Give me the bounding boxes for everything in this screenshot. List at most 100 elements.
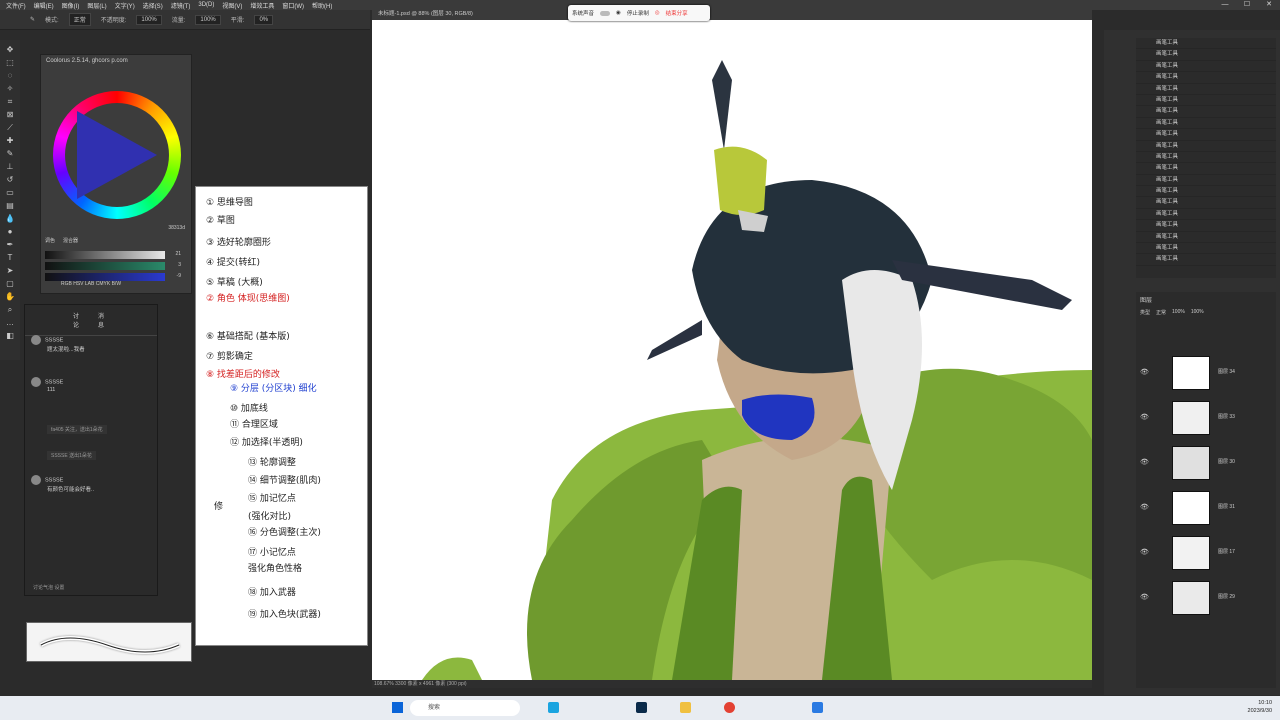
layer-row[interactable]: 👁 图层 33 [1136, 399, 1276, 439]
color-mode-tab[interactable]: LAB [85, 281, 96, 287]
color-mode-tab[interactable]: HSV [73, 281, 85, 287]
visibility-eye-icon[interactable]: 👁 [1140, 458, 1149, 466]
end-share-icon[interactable]: ◎ [655, 10, 660, 16]
history-item[interactable]: 画笔工具 [1136, 61, 1276, 73]
layer-opacity[interactable]: 100% [1172, 309, 1185, 316]
tab-mixer[interactable]: 混合器 [63, 237, 78, 244]
color-triangle[interactable] [77, 111, 157, 199]
layer-row[interactable]: 👁 图层 34 [1136, 354, 1276, 394]
dodge-tool-icon[interactable]: ● [4, 226, 16, 237]
visibility-eye-icon[interactable]: 👁 [1140, 548, 1149, 556]
history-item[interactable]: 画笔工具 [1136, 232, 1276, 244]
eraser-tool-icon[interactable]: ▭ [4, 187, 16, 198]
healing-brush-icon[interactable]: ✚ [4, 135, 16, 146]
menu-item[interactable]: 文字(Y) [115, 1, 135, 10]
folder-icon[interactable] [680, 702, 691, 713]
type-tool-icon[interactable]: T [4, 252, 16, 263]
quick-select-icon[interactable]: ✧ [4, 83, 16, 94]
layer-fill[interactable]: 100% [1191, 309, 1204, 316]
path-select-icon[interactable]: ➤ [4, 265, 16, 276]
browser-icon[interactable] [548, 702, 559, 713]
visibility-eye-icon[interactable]: 👁 [1140, 413, 1149, 421]
history-item[interactable]: 画笔工具 [1136, 106, 1276, 118]
menu-item[interactable]: 图层(L) [87, 1, 106, 10]
smooth-field[interactable]: 0% [254, 14, 274, 25]
lasso-tool-icon[interactable]: ◌ [4, 70, 16, 81]
maximize-icon[interactable]: ☐ [1236, 0, 1258, 10]
color-slider[interactable]: 3 [45, 262, 181, 270]
history-item[interactable]: 画笔工具 [1136, 243, 1276, 255]
menu-item[interactable]: 选择(S) [143, 1, 163, 10]
canvas[interactable] [372, 20, 1092, 680]
history-brush-icon[interactable]: ↺ [4, 174, 16, 185]
layer-row[interactable]: 👁 图层 29 [1136, 579, 1276, 619]
history-item[interactable]: 画笔工具 [1136, 186, 1276, 198]
stop-record-icon[interactable]: ◉ [616, 10, 621, 16]
color-swatches-icon[interactable]: ◧ [4, 330, 16, 341]
history-item[interactable]: 画笔工具 [1136, 152, 1276, 164]
start-icon[interactable] [392, 702, 403, 713]
stop-record-button[interactable]: 停止录制 [627, 9, 649, 17]
color-slider[interactable]: 21 [45, 251, 181, 259]
menu-item[interactable]: 帮助(H) [312, 1, 332, 10]
color-slider[interactable]: -9 [45, 273, 181, 281]
history-item[interactable]: 画笔工具 [1136, 220, 1276, 232]
sound-toggle[interactable] [600, 10, 611, 16]
stamp-tool-icon[interactable]: ⊥ [4, 161, 16, 172]
app-icon[interactable] [812, 702, 823, 713]
chat-footer[interactable]: 讨论气泡 设置 [33, 584, 64, 591]
color-mode-tab[interactable]: CMYK [96, 281, 112, 287]
shape-tool-icon[interactable]: ▢ [4, 278, 16, 289]
end-share-button[interactable]: 结束分享 [666, 9, 688, 17]
visibility-eye-icon[interactable]: 👁 [1140, 593, 1149, 601]
menu-item[interactable]: 图像(I) [62, 1, 80, 10]
chat-tab-discussion[interactable]: 讨论 [73, 311, 84, 329]
layer-row[interactable]: 👁 图层 17 [1136, 534, 1276, 574]
photoshop-icon[interactable] [636, 702, 647, 713]
marquee-tool-icon[interactable]: ⬚ [4, 57, 16, 68]
visibility-eye-icon[interactable]: 👁 [1140, 368, 1149, 376]
history-item[interactable]: 画笔工具 [1136, 118, 1276, 130]
history-item[interactable]: 画笔工具 [1136, 38, 1276, 50]
history-item[interactable]: 画笔工具 [1136, 254, 1276, 266]
chat-tab-messages[interactable]: 消息 [98, 311, 109, 329]
document-tab[interactable]: 未标题-1.psd @ 88% (图层 30, RGB/8) [372, 8, 1092, 20]
eyedropper-icon[interactable]: ⟋ [4, 122, 16, 133]
history-item[interactable]: 画笔工具 [1136, 163, 1276, 175]
menu-item[interactable]: 视图(V) [222, 1, 242, 10]
layer-kind-filter[interactable]: 类型 [1140, 309, 1150, 316]
pen-tool-icon[interactable]: ✒ [4, 239, 16, 250]
history-item[interactable]: 画笔工具 [1136, 129, 1276, 141]
menu-item[interactable]: 滤镜(T) [171, 1, 191, 10]
menu-item[interactable]: 文件(F) [6, 1, 26, 10]
brush-tool-icon[interactable]: ✎ [4, 148, 16, 159]
color-mode-tab[interactable]: B/W [112, 281, 121, 287]
layer-row[interactable]: 👁 图层 30 [1136, 444, 1276, 484]
brush-icon[interactable]: ✎ [30, 16, 35, 23]
menu-item[interactable]: 3D(D) [198, 2, 214, 8]
mode-select[interactable]: 正常 [68, 13, 91, 26]
history-item[interactable]: 画笔工具 [1136, 209, 1276, 221]
history-item[interactable]: 画笔工具 [1136, 175, 1276, 187]
opacity-field[interactable]: 100% [136, 14, 162, 25]
hand-tool-icon[interactable]: ✋ [4, 291, 16, 302]
taskbar-search[interactable]: 搜索 [410, 700, 520, 716]
chrome-icon[interactable] [724, 702, 735, 713]
history-item[interactable]: 画笔工具 [1136, 95, 1276, 107]
zoom-tool-icon[interactable]: ⌕ [4, 304, 16, 315]
tab-swatches[interactable]: 调色 [45, 237, 55, 244]
menu-item[interactable]: 增效工具 [250, 1, 274, 10]
close-icon[interactable]: ✕ [1258, 0, 1280, 10]
gradient-tool-icon[interactable]: ▤ [4, 200, 16, 211]
flow-field[interactable]: 100% [195, 14, 221, 25]
menu-item[interactable]: 编辑(E) [34, 1, 54, 10]
more-tools-icon[interactable]: … [4, 317, 16, 328]
history-item[interactable]: 画笔工具 [1136, 72, 1276, 84]
history-item[interactable]: 画笔工具 [1136, 49, 1276, 61]
blend-mode-select[interactable]: 正常 [1156, 309, 1166, 316]
blur-tool-icon[interactable]: 💧 [4, 213, 16, 224]
frame-tool-icon[interactable]: ⊠ [4, 109, 16, 120]
layer-row[interactable]: 👁 图层 31 [1136, 489, 1276, 529]
minimize-icon[interactable]: — [1214, 0, 1236, 10]
history-item[interactable]: 画笔工具 [1136, 84, 1276, 95]
